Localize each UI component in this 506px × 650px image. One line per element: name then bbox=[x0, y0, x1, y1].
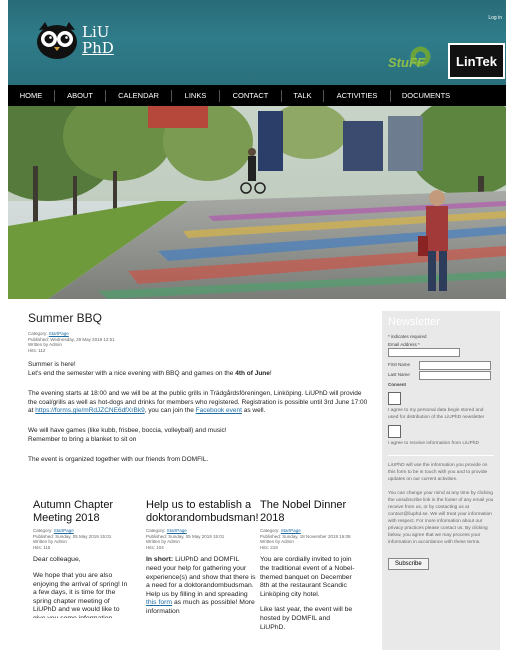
site-header: Log in LiU PhD StuFF LinTek bbox=[8, 0, 506, 85]
card-paragraph: In short: LiUPhD and DOMFIL need your he… bbox=[146, 556, 256, 628]
in-short-label: In short: bbox=[146, 556, 174, 564]
nav-about[interactable]: ABOUT bbox=[55, 91, 105, 100]
card-paragraph: We hope that you are also enjoying the a… bbox=[33, 571, 128, 618]
category-link[interactable]: StartPage bbox=[167, 528, 187, 533]
article-paragraph-3: We will have games (like kubb, frisbee, … bbox=[28, 427, 368, 444]
paragraph-text: Summer is here! bbox=[28, 361, 76, 369]
category-link[interactable]: StartPage bbox=[281, 528, 301, 533]
card-meta: Category: StartPage Published: Sunday, 0… bbox=[33, 528, 129, 550]
paragraph-text: Let's end the semester with a nice eveni… bbox=[28, 369, 236, 377]
hits-count: Hits: 115 bbox=[33, 544, 51, 550]
nav-home[interactable]: HOME bbox=[8, 91, 54, 100]
hero-photo bbox=[8, 106, 506, 299]
lintek-sponsor-logo[interactable]: LinTek bbox=[448, 43, 505, 79]
logo-line-2: PhD bbox=[82, 39, 114, 57]
category-link[interactable]: StartPage bbox=[49, 331, 69, 336]
paragraph-text: We will have games (like kubb, frisbee, … bbox=[28, 427, 227, 435]
consent-data-text: I agree to my personal data begin stored… bbox=[388, 408, 485, 420]
card-title[interactable]: Autumn Chapter Meeting 2018 bbox=[33, 499, 129, 524]
article-card-autumn-meeting: Autumn Chapter Meeting 2018 Category: St… bbox=[33, 499, 129, 625]
article-card-doktorandombudsman: Help us to establish a doktorandombudsma… bbox=[146, 499, 259, 635]
sidebar-divider bbox=[388, 455, 494, 456]
consent-data-checkbox[interactable] bbox=[388, 392, 401, 405]
newsletter-title: Newsletter bbox=[388, 316, 440, 328]
article-meta: Category: StartPage Published: Wednesday… bbox=[28, 331, 368, 353]
newsletter-sidebar: Newsletter * indicates required Email Ad… bbox=[382, 311, 500, 650]
consent-info-text: I agree to receive information from LiUP… bbox=[388, 441, 479, 446]
consent-label: Consent bbox=[388, 382, 406, 387]
registration-form-link[interactable]: https://forms.gle/mRdJZCNE6dfXrBk9 bbox=[35, 407, 144, 414]
site-logo[interactable]: LiU PhD bbox=[35, 20, 114, 60]
category-label: Category: bbox=[28, 331, 49, 336]
email-field[interactable] bbox=[388, 348, 460, 357]
stuff-sponsor-logo[interactable]: StuFF bbox=[385, 42, 435, 76]
nav-activities[interactable]: ACTIVITIES bbox=[324, 91, 390, 100]
logo-text: LiU PhD bbox=[82, 24, 114, 56]
hits-count: Hits: 104 bbox=[146, 544, 164, 550]
highlight-date: 4th of June bbox=[235, 369, 270, 377]
card-paragraph: Like last year, the event will be hosted… bbox=[260, 606, 353, 631]
nav-documents[interactable]: DOCUMENTS bbox=[391, 91, 461, 100]
article-card-nobel-dinner: The Nobel Dinner 2018 Category: StartPag… bbox=[260, 499, 356, 639]
paragraph-text: , you can join the bbox=[144, 407, 196, 414]
last-name-label: Last Name bbox=[388, 372, 410, 377]
hits-count: Hits: 219 bbox=[260, 544, 278, 550]
card-meta: Category: StartPage Published: Sunday, 1… bbox=[260, 528, 356, 550]
required-note: * indicates required bbox=[388, 334, 427, 339]
subscribe-button[interactable]: Subscribe bbox=[388, 558, 429, 570]
campus-street-photo bbox=[8, 106, 506, 299]
nav-talk[interactable]: TALK bbox=[282, 91, 323, 100]
nav-contact[interactable]: CONTACT bbox=[220, 91, 281, 100]
login-link[interactable]: Log in bbox=[488, 15, 502, 21]
nav-links[interactable]: LINKS bbox=[172, 91, 219, 100]
card-paragraph: You are cordially invited to join the tr… bbox=[260, 556, 355, 598]
article-title: Summer BBQ bbox=[28, 311, 103, 325]
paragraph-text: ! bbox=[269, 369, 272, 377]
article-paragraph-4: The event is organized together with our… bbox=[28, 456, 368, 464]
card-paragraph: Dear colleague, bbox=[33, 556, 81, 564]
paragraph-text: Remember to bring a blanket to sit on bbox=[28, 435, 137, 443]
hits-count: Hits: 112 bbox=[28, 347, 46, 353]
facebook-event-link[interactable]: Facebook event bbox=[196, 407, 242, 414]
owl-logo-icon bbox=[37, 22, 77, 59]
first-name-field[interactable] bbox=[419, 360, 491, 370]
paragraph-text: as well. bbox=[241, 407, 266, 414]
privacy-info-2: You can change your mind at any time by … bbox=[388, 491, 494, 545]
paragraph-text: The event is organized together with our… bbox=[28, 456, 209, 464]
stuff-logo-text: StuFF bbox=[388, 55, 425, 70]
article-paragraph-1: Summer is here! Let's end the semester w… bbox=[28, 361, 368, 378]
category-link[interactable]: StartPage bbox=[54, 528, 74, 533]
main-navigation: HOME ABOUT CALENDAR LINKS CONTACT TALK A… bbox=[8, 85, 506, 106]
main-article: Summer BBQ Category: StartPage Published… bbox=[28, 311, 368, 465]
first-name-label: First Name bbox=[388, 362, 411, 367]
card-title[interactable]: Help us to establish a doktorandombudsma… bbox=[146, 499, 259, 524]
consent-info-checkbox[interactable] bbox=[388, 425, 401, 438]
nav-calendar[interactable]: CALENDAR bbox=[106, 91, 171, 100]
logo-line-1: LiU bbox=[82, 23, 110, 41]
privacy-info-1: LiUPhD will use the information you prov… bbox=[388, 463, 488, 482]
last-name-field[interactable] bbox=[419, 370, 491, 380]
survey-form-link[interactable]: this form bbox=[146, 599, 172, 606]
card-meta: Category: StartPage Published: Sunday, 0… bbox=[146, 528, 256, 550]
card-title[interactable]: The Nobel Dinner 2018 bbox=[260, 499, 356, 524]
article-paragraph-2: The evening starts at 18:00 and we will … bbox=[28, 390, 368, 415]
